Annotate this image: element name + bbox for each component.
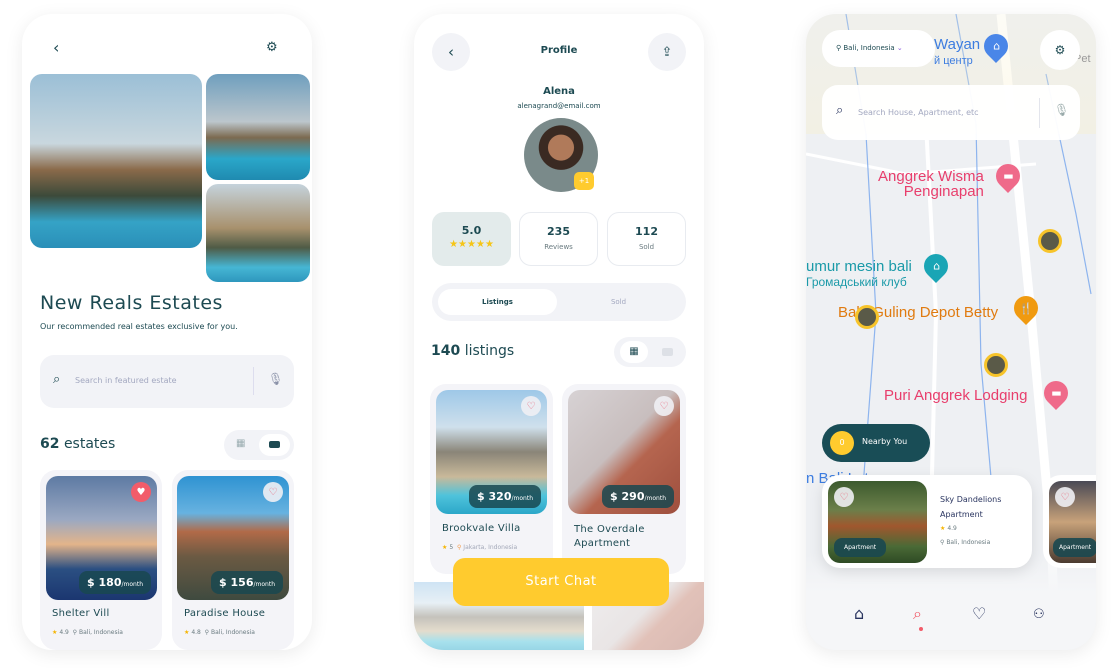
share-icon: ⇪ bbox=[661, 44, 673, 60]
price-tag: $ 156/month bbox=[211, 571, 283, 594]
count-label: estates bbox=[63, 436, 116, 452]
property-card[interactable]: ♡ Apartment bbox=[1043, 475, 1096, 568]
favorite-icon[interactable]: ♡ bbox=[654, 396, 674, 416]
estate-card[interactable]: ♡ $ 156/month Paradise House ★ 4.8 ⚲ Bal… bbox=[172, 470, 294, 650]
map-label: umur mesin bali Громадський клуб bbox=[806, 258, 912, 289]
estate-image: ♡ $ 156/month bbox=[177, 476, 289, 600]
screen-estates: ‹ ⚙ New Reals Estates Our recommended re… bbox=[22, 14, 312, 650]
search-bar[interactable]: ⌕ Search in featured estate 🎙 bbox=[40, 355, 294, 408]
gallery-image[interactable] bbox=[206, 74, 310, 180]
property-type-tag: Apartment bbox=[834, 538, 887, 557]
view-toggle: ▦ bbox=[224, 430, 294, 460]
bottom-fade bbox=[806, 554, 1096, 650]
filter-icon: ⚙ bbox=[1054, 43, 1066, 57]
listing-image: ♡ $ 320/month bbox=[436, 390, 547, 514]
map-label: Puri Anggrek Lodging bbox=[884, 387, 1028, 404]
profile-tabs: Listings Sold bbox=[432, 283, 686, 321]
search-icon: ⌕ bbox=[836, 103, 844, 118]
map-label: Anggrek Wisma Penginapan bbox=[878, 168, 984, 200]
property-image: ♡ Apartment bbox=[828, 481, 927, 563]
favorite-icon[interactable]: ♡ bbox=[263, 482, 283, 502]
list-view-icon bbox=[269, 441, 280, 448]
listing-image: ♡ $ 290/month bbox=[568, 390, 680, 514]
location-pin-icon: ⚲ bbox=[836, 44, 842, 52]
favorite-icon[interactable]: ♡ bbox=[1055, 487, 1075, 507]
avatar-badge: +1 bbox=[574, 172, 594, 190]
property-card[interactable]: ♡ Apartment Sky Dandelions Apartment ★ 4… bbox=[822, 475, 1032, 568]
gallery-image-main[interactable] bbox=[30, 74, 202, 248]
property-name: Sky Dandelions Apartment bbox=[940, 495, 1002, 519]
profile-name: Alena bbox=[543, 86, 575, 97]
share-button[interactable]: ⇪ bbox=[648, 33, 686, 71]
price-tag: $ 290/month bbox=[602, 485, 674, 508]
gallery-image[interactable] bbox=[206, 184, 310, 282]
estates-count: 62 estates bbox=[40, 436, 115, 452]
profile-email: alenagrand@email.com bbox=[517, 102, 601, 110]
estate-name: Shelter Vill bbox=[52, 608, 110, 619]
grid-view-button[interactable]: ▦ bbox=[620, 341, 648, 363]
search-icon: ⌕ bbox=[53, 372, 61, 387]
map-label: Wayan й центр bbox=[934, 36, 981, 67]
search-bar[interactable]: ⌕ Search House, Apartment, etc 🎙 bbox=[822, 85, 1080, 140]
listing-name: The Overdale Apartment bbox=[574, 524, 645, 549]
divider bbox=[1039, 98, 1040, 128]
favorite-icon[interactable]: ♡ bbox=[521, 396, 541, 416]
nearby-count: 0 bbox=[830, 431, 854, 455]
listings-count: 140 listings bbox=[431, 343, 515, 359]
listing-meta: ★ 5 ⚲ Jakarta, Indonesia bbox=[442, 544, 518, 551]
list-view-icon[interactable] bbox=[662, 348, 673, 356]
start-chat-button[interactable]: Start Chat bbox=[453, 558, 669, 606]
property-location: ⚲ Bali, Indonesia bbox=[940, 539, 991, 546]
estate-card[interactable]: ♥ $ 180/month Shelter Vill ★ 4.9 ⚲ Bali,… bbox=[40, 470, 162, 650]
nav-favorites-icon[interactable]: ♡ bbox=[972, 604, 986, 623]
microphone-icon[interactable]: 🎙 bbox=[268, 372, 283, 386]
estate-meta: ★ 4.9 ⚲ Bali, Indonesia bbox=[52, 629, 123, 636]
location-selector[interactable]: ⚲ Bali, Indonesia ⌄ bbox=[822, 30, 935, 67]
property-image: ♡ Apartment bbox=[1049, 481, 1096, 563]
search-input[interactable]: Search House, Apartment, etc bbox=[858, 108, 979, 117]
page-title: New Reals Estates bbox=[40, 292, 223, 314]
nav-home-icon[interactable]: ⌂ bbox=[854, 604, 864, 623]
listing-card[interactable]: ♡ $ 290/month The Overdale Apartment bbox=[562, 384, 686, 574]
nearby-button[interactable]: 0 Nearby You bbox=[822, 424, 930, 462]
estate-image: ♥ $ 180/month bbox=[46, 476, 157, 600]
page-subtitle: Our recommended real estates exclusive f… bbox=[40, 322, 238, 331]
divider bbox=[253, 367, 254, 395]
estate-name: Paradise House bbox=[184, 608, 266, 619]
property-map-pin[interactable] bbox=[1038, 229, 1062, 253]
grid-view-icon[interactable]: ▦ bbox=[236, 438, 245, 449]
tab-sold[interactable]: Sold bbox=[559, 289, 678, 315]
listing-card[interactable]: ♡ $ 320/month Brookvale Villa ★ 5 ⚲ Jaka… bbox=[430, 384, 553, 574]
property-type-tag: Apartment bbox=[1053, 538, 1096, 557]
view-toggle: ▦ bbox=[614, 337, 686, 367]
reviews-stat[interactable]: 235 Reviews bbox=[519, 212, 598, 266]
microphone-icon[interactable]: 🎙 bbox=[1054, 103, 1069, 117]
property-rating: ★ 4.9 bbox=[940, 525, 957, 532]
rating-stat: 5.0 ★★★★★ bbox=[432, 212, 511, 266]
sold-stat: 112 Sold bbox=[607, 212, 686, 266]
property-map-pin[interactable] bbox=[855, 305, 879, 329]
active-indicator bbox=[919, 627, 923, 631]
filter-icon[interactable]: ⚙ bbox=[266, 40, 278, 55]
rating-stars: ★★★★★ bbox=[449, 239, 494, 250]
screen-map: Wayan й центр ⌂ Pet ⚲ Bali, Indonesia ⌄ ⚙… bbox=[806, 14, 1096, 650]
property-map-pin[interactable] bbox=[984, 353, 1008, 377]
back-icon[interactable]: ‹ bbox=[53, 38, 59, 57]
favorite-icon[interactable]: ♥ bbox=[131, 482, 151, 502]
tab-listings[interactable]: Listings bbox=[438, 289, 557, 315]
nearby-label: Nearby You bbox=[862, 437, 908, 446]
search-input[interactable]: Search in featured estate bbox=[75, 376, 177, 385]
screen-profile: ‹ Profile ⇪ Alena alenagrand@email.com +… bbox=[414, 14, 704, 650]
favorite-icon[interactable]: ♡ bbox=[834, 487, 854, 507]
chevron-down-icon: ⌄ bbox=[896, 44, 903, 52]
estate-meta: ★ 4.8 ⚲ Bali, Indonesia bbox=[184, 629, 255, 636]
filter-button[interactable]: ⚙ bbox=[1040, 30, 1080, 70]
price-tag: $ 180/month bbox=[79, 571, 151, 594]
listing-name: Brookvale Villa bbox=[442, 523, 521, 534]
price-tag: $ 320/month bbox=[469, 485, 541, 508]
nav-search-icon[interactable]: ⌕ bbox=[913, 604, 922, 624]
nav-profile-icon[interactable]: ⚇ bbox=[1033, 607, 1045, 622]
count-number: 62 bbox=[40, 436, 60, 452]
list-view-button[interactable] bbox=[259, 434, 290, 456]
